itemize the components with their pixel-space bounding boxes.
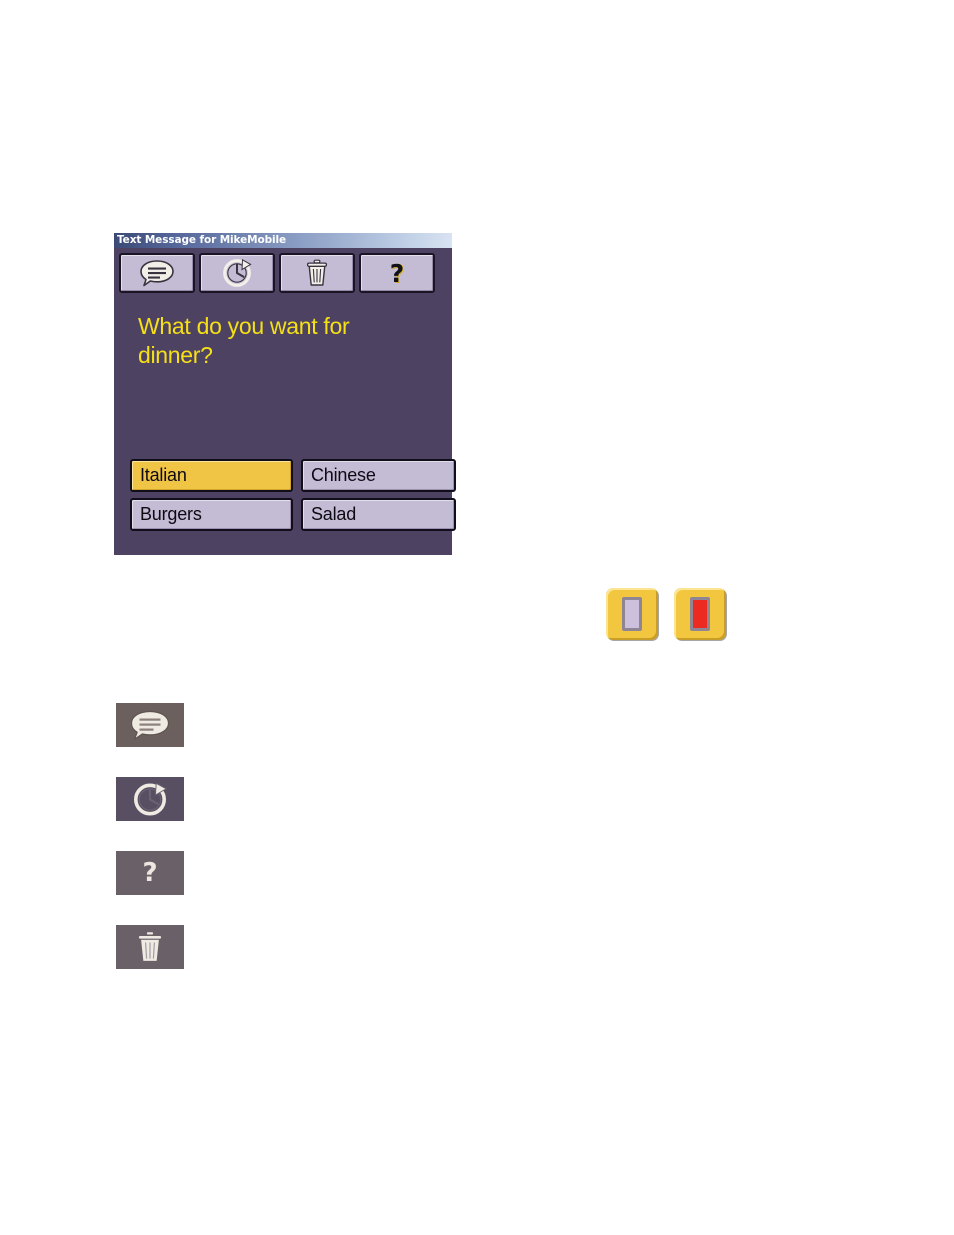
legend-delete bbox=[116, 925, 184, 969]
window-title-bar: Text Message for MikeMobile bbox=[114, 233, 452, 248]
clock-arrow-icon bbox=[222, 258, 252, 288]
trash-can-icon bbox=[135, 930, 165, 964]
indicator-bar-fill bbox=[625, 600, 639, 628]
answer-option-label: Burgers bbox=[140, 504, 202, 524]
trash-can-icon bbox=[305, 259, 329, 287]
answer-option-burgers[interactable]: Burgers bbox=[130, 498, 293, 531]
clock-arrow-icon bbox=[132, 781, 168, 817]
answer-options: Italian Chinese Burgers Salad bbox=[130, 459, 456, 531]
toolbar: ? bbox=[114, 248, 452, 300]
window-title: Text Message for MikeMobile bbox=[117, 234, 287, 246]
history-button[interactable] bbox=[199, 253, 275, 293]
question-mark-icon: ? bbox=[389, 258, 405, 288]
message-button[interactable] bbox=[119, 253, 195, 293]
speech-bubble-icon bbox=[139, 259, 175, 287]
indicator-inactive[interactable] bbox=[606, 588, 658, 640]
answer-option-label: Italian bbox=[140, 465, 187, 485]
indicator-active[interactable] bbox=[674, 588, 726, 640]
answer-option-salad[interactable]: Salad bbox=[301, 498, 456, 531]
legend-help: ? bbox=[116, 851, 184, 895]
delete-button[interactable] bbox=[279, 253, 355, 293]
question-mark-icon: ? bbox=[142, 858, 158, 888]
legend-message bbox=[116, 703, 184, 747]
legend-history bbox=[116, 777, 184, 821]
help-button[interactable]: ? bbox=[359, 253, 435, 293]
indicator-bar-icon bbox=[622, 597, 642, 631]
message-text: What do you want for dinner? bbox=[138, 313, 350, 368]
answer-option-chinese[interactable]: Chinese bbox=[301, 459, 456, 492]
answer-option-label: Salad bbox=[311, 504, 357, 524]
message-area: What do you want for dinner? bbox=[114, 300, 452, 485]
indicator-swatches bbox=[606, 588, 726, 640]
indicator-bar-fill bbox=[693, 600, 707, 628]
speech-bubble-icon bbox=[129, 709, 171, 741]
indicator-bar-icon bbox=[690, 597, 710, 631]
answer-option-label: Chinese bbox=[311, 465, 376, 485]
answer-option-italian[interactable]: Italian bbox=[130, 459, 293, 492]
